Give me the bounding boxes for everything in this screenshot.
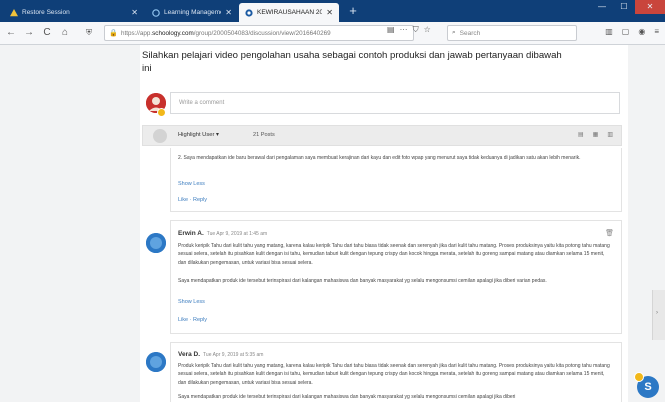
warning-icon — [10, 8, 18, 16]
forward-icon[interactable]: → — [22, 26, 36, 40]
highlight-user-label: Highlight User — [178, 132, 215, 138]
new-tab-button[interactable]: + — [345, 4, 361, 18]
search-icon: ⌕ — [452, 29, 456, 36]
comment-input[interactable]: Write a comment — [170, 92, 620, 114]
reader-view-icon[interactable]: ▤ — [387, 25, 395, 35]
avatar-placeholder — [153, 129, 167, 143]
status-badge — [157, 108, 166, 117]
back-icon[interactable]: ← — [4, 26, 18, 40]
like-reply-links[interactable]: Like · Reply — [178, 317, 207, 323]
search-input[interactable]: ⌕ Search — [447, 25, 577, 41]
trash-icon[interactable]: 🗑 — [605, 229, 614, 237]
grid-view-icon[interactable]: ▦ — [593, 131, 599, 138]
home-icon[interactable]: ⌂ — [58, 26, 72, 40]
tab-kewirausahaan[interactable]: KEWIRAUSAHAAN 2018C SEM ✕ — [239, 3, 339, 22]
view-toggle-icons: ▤ ▦ ▥ — [578, 131, 613, 138]
avatar — [146, 352, 166, 372]
chevron-down-icon: ▾ — [216, 132, 219, 138]
close-icon[interactable]: ✕ — [131, 8, 138, 17]
comment-date: Tue Apr 9, 2019 at 5:35 am — [203, 352, 264, 358]
comment-text: Saya mendapatkan produk ide tersebut ter… — [178, 394, 516, 400]
comment-text: Produk keripik Tahu dari kulit tahu yang… — [178, 363, 610, 386]
url-bar[interactable]: 🔒 https://app. schoology.com/group/200050… — [104, 25, 414, 41]
chevron-right-icon: › — [656, 310, 658, 316]
library-icon[interactable]: ▥ — [605, 27, 613, 36]
maximize-icon[interactable]: ☐ — [613, 0, 635, 14]
window-close-icon[interactable]: ✕ — [635, 0, 665, 14]
url-path: /group/2000504083/discussion/view/201664… — [193, 29, 331, 37]
tab-label: KEWIRAUSAHAAN 2018C SEM — [257, 9, 323, 16]
show-less-link[interactable]: Show Less — [178, 181, 205, 187]
posts-count: 21 Posts — [253, 132, 275, 138]
discussion-title: Silahkan pelajari video pengolahan usaha… — [142, 50, 562, 74]
show-less-link[interactable]: Show Less — [178, 299, 205, 305]
shield-icon[interactable]: ◉ — [638, 27, 645, 36]
author-name: Erwin A. — [178, 230, 204, 237]
close-icon[interactable]: ✕ — [225, 8, 232, 17]
close-icon[interactable]: ✕ — [326, 8, 333, 17]
site-circle-icon — [152, 8, 160, 17]
author-name: Vera D. — [178, 351, 201, 358]
comment-author[interactable]: Erwin A. Tue Apr 9, 2019 at 1:45 am — [178, 230, 267, 237]
reply-text: 2. Saya mendapatkan ide baru berawal dar… — [178, 155, 581, 161]
pocket-icon[interactable]: ⛉ — [413, 25, 419, 35]
window-controls: — ☐ ✕ — [591, 0, 665, 14]
comment-card: Erwin A. Tue Apr 9, 2019 at 1:45 am 🗑 Pro… — [146, 220, 622, 334]
tracking-shield-icon[interactable]: ⛨ — [82, 26, 96, 40]
highlight-user-dropdown[interactable]: Highlight User ▾ — [178, 132, 219, 138]
side-scroll-handle[interactable]: › — [652, 290, 665, 340]
lock-icon: 🔒 — [109, 30, 118, 37]
menu-icon[interactable]: ≡ — [654, 27, 659, 36]
search-placeholder: Search — [459, 29, 481, 37]
tab-restore-session[interactable]: Restore Session ✕ — [4, 3, 144, 22]
avatar — [146, 233, 166, 253]
url-host: schoology.com — [152, 29, 194, 37]
comment-date: Tue Apr 9, 2019 at 1:45 am — [206, 231, 268, 237]
user-photo-icon — [146, 352, 166, 372]
tab-learning-management[interactable]: Learning Management System ✕ — [146, 3, 238, 22]
comment-card: Vera D. Tue Apr 9, 2019 at 5:35 am Produk… — [146, 342, 622, 402]
comment-placeholder: Write a comment — [179, 100, 225, 106]
sidebar-icon[interactable]: ▢ — [622, 27, 630, 36]
expand-view-icon[interactable]: ▥ — [607, 131, 613, 138]
schoology-icon — [245, 8, 253, 17]
user-photo-icon — [146, 233, 166, 253]
comment-text: Saya mendapatkan produk ide tersebut ter… — [178, 278, 547, 284]
bookmark-star-icon[interactable]: ☆ — [424, 25, 431, 35]
minimize-icon[interactable]: — — [591, 0, 613, 14]
browser-tab-bar: Restore Session ✕ Learning Management Sy… — [0, 0, 665, 22]
page-actions-icon[interactable]: ··· — [400, 25, 408, 35]
tab-label: Learning Management System — [164, 9, 221, 16]
browser-nav-bar: ← → C ⌂ ⛨ 🔒 https://app. schoology.com/gr… — [0, 22, 665, 45]
like-reply-links[interactable]: Like · Reply — [178, 197, 207, 203]
tab-label: Restore Session — [22, 9, 70, 16]
toolbar-right: ▥ ▢ ◉ ≡ — [605, 27, 659, 36]
url-prefix: https://app. — [121, 29, 153, 37]
comment-text: Produk keripik Tahu dari kulit tahu yang… — [178, 243, 610, 266]
reload-icon[interactable]: C — [40, 26, 54, 40]
notification-dot — [634, 372, 644, 382]
discussion-filter-bar: Highlight User ▾ 21 Posts ▤ ▦ ▥ — [142, 125, 622, 146]
comment-author[interactable]: Vera D. Tue Apr 9, 2019 at 5:35 am — [178, 351, 263, 358]
reply-card: 2. Saya mendapatkan ide baru berawal dar… — [170, 148, 622, 212]
url-bar-icons: ▤ ··· ⛉ ☆ — [387, 25, 431, 35]
list-view-icon[interactable]: ▤ — [578, 131, 584, 138]
